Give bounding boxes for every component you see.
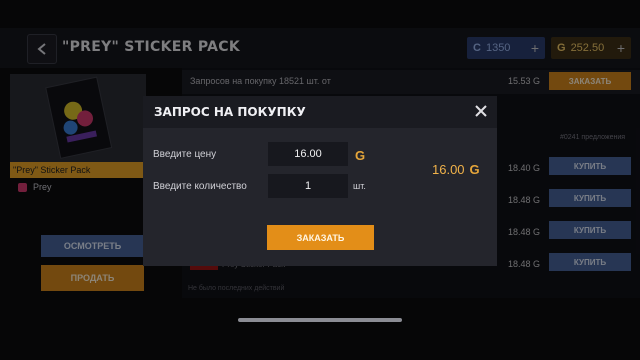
gold-currency-icon: G (469, 162, 480, 177)
close-button[interactable] (472, 102, 490, 120)
price-input[interactable]: 16.00 (268, 142, 348, 166)
close-icon (475, 105, 487, 117)
dialog-title: ЗАПРОС НА ПОКУПКУ (154, 105, 306, 119)
total-price-value: 16.00 (432, 162, 465, 177)
quantity-label: Введите количество (153, 181, 247, 192)
quantity-unit: шт. (353, 181, 366, 191)
quantity-input[interactable]: 1 (268, 174, 348, 198)
home-indicator[interactable] (238, 318, 402, 322)
submit-order-button[interactable]: ЗАКАЗАТЬ (267, 225, 374, 250)
gold-currency-icon: G (355, 148, 366, 163)
total-price: 16.00 G (432, 162, 480, 177)
price-label: Введите цену (153, 149, 217, 160)
